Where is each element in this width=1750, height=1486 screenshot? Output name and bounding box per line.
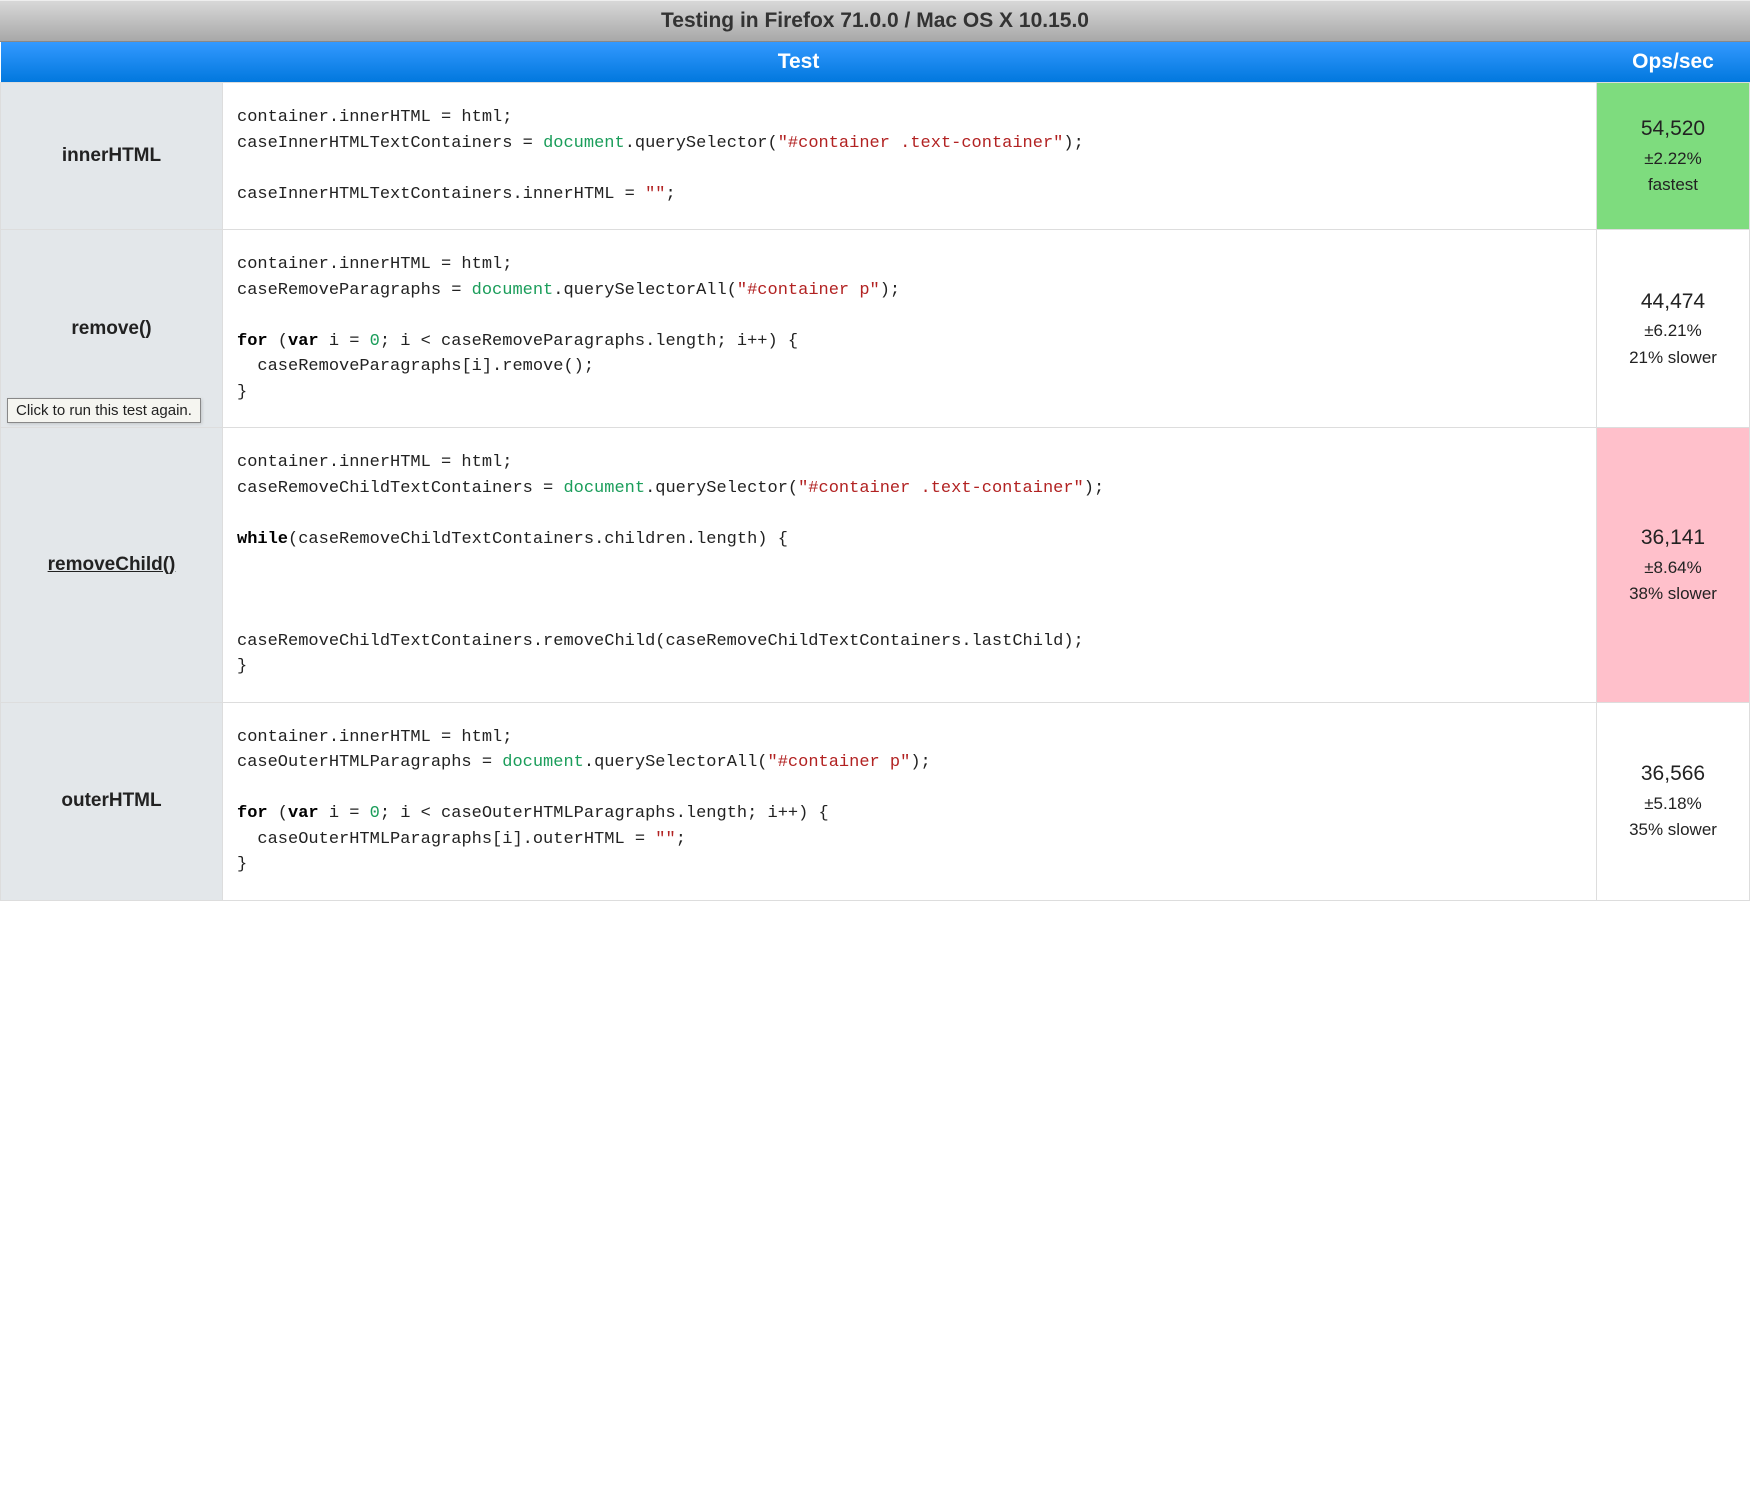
ops-value: 54,520	[1603, 113, 1743, 146]
code-block: container.innerHTML = html; caseRemovePa…	[237, 252, 1582, 405]
ops-variance: ±6.21%	[1603, 318, 1743, 344]
code-cell: container.innerHTML = html; caseRemovePa…	[223, 230, 1597, 428]
code-block: container.innerHTML = html; caseInnerHTM…	[237, 105, 1582, 207]
test-name-cell[interactable]: Click to run this test again.removeChild…	[1, 428, 223, 703]
ops-cell[interactable]: 54,520±2.22%fastest	[1597, 83, 1750, 230]
ops-variance: ±2.22%	[1603, 146, 1743, 172]
test-name-label: removeChild()	[48, 554, 176, 575]
ops-cell[interactable]: 36,566±5.18%35% slower	[1597, 702, 1750, 900]
code-block: container.innerHTML = html; caseOuterHTM…	[237, 725, 1582, 878]
ops-note: 38% slower	[1603, 581, 1743, 607]
ops-note: 21% slower	[1603, 345, 1743, 371]
ops-value: 36,566	[1603, 758, 1743, 791]
table-row: Click to run this test again.removeChild…	[1, 428, 1750, 703]
results-table: Test Ops/sec innerHTML container.innerHTM…	[0, 42, 1750, 901]
test-name-label: innerHTML	[62, 145, 161, 166]
table-row: outerHTML container.innerHTML = html; cas…	[1, 702, 1750, 900]
table-header-row: Test Ops/sec	[1, 42, 1750, 83]
ops-variance: ±5.18%	[1603, 791, 1743, 817]
ops-value: 44,474	[1603, 286, 1743, 319]
test-name-label: outerHTML	[61, 790, 161, 811]
tooltip: Click to run this test again.	[7, 398, 201, 423]
table-row: innerHTML container.innerHTML = html; cas…	[1, 83, 1750, 230]
ops-cell[interactable]: 36,141±8.64%38% slower	[1597, 428, 1750, 703]
col-header-ops: Ops/sec	[1597, 42, 1750, 83]
code-cell: container.innerHTML = html; caseRemoveCh…	[223, 428, 1597, 703]
ops-value: 36,141	[1603, 522, 1743, 555]
ops-note: fastest	[1603, 172, 1743, 198]
ops-cell[interactable]: 44,474±6.21%21% slower	[1597, 230, 1750, 428]
ops-note: 35% slower	[1603, 817, 1743, 843]
ops-variance: ±8.64%	[1603, 555, 1743, 581]
page-title: Testing in Firefox 71.0.0 / Mac OS X 10.…	[0, 0, 1750, 42]
code-cell: container.innerHTML = html; caseOuterHTM…	[223, 702, 1597, 900]
test-name-label: remove()	[71, 318, 151, 339]
table-row: remove() container.innerHTML = html; case…	[1, 230, 1750, 428]
code-block: container.innerHTML = html; caseRemoveCh…	[237, 450, 1582, 680]
test-name-cell[interactable]: outerHTML	[1, 702, 223, 900]
test-name-cell[interactable]: innerHTML	[1, 83, 223, 230]
code-cell: container.innerHTML = html; caseInnerHTM…	[223, 83, 1597, 230]
col-header-test: Test	[1, 42, 1597, 83]
